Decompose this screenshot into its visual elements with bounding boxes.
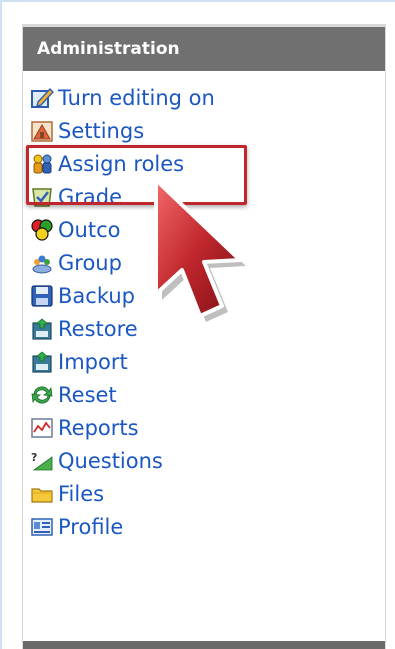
- menu-label[interactable]: Questions: [58, 449, 163, 473]
- menu-item-files[interactable]: Files: [23, 477, 385, 510]
- menu-label[interactable]: Assign roles: [58, 152, 184, 176]
- settings-icon: [30, 119, 54, 143]
- administration-block: Administration Turn editing on Settings …: [22, 24, 386, 649]
- menu-label[interactable]: Import: [58, 350, 128, 374]
- menu-label[interactable]: Backup: [58, 284, 135, 308]
- block-body: Turn editing on Settings Assign roles Gr…: [23, 71, 385, 543]
- menu-item-backup[interactable]: Backup: [23, 279, 385, 312]
- menu-item-import[interactable]: Import: [23, 345, 385, 378]
- menu-item-questions[interactable]: ? Questions: [23, 444, 385, 477]
- menu-label[interactable]: Reports: [58, 416, 139, 440]
- outcomes-icon: [30, 218, 54, 242]
- block-footer-bar: [23, 641, 385, 649]
- frame-top-edge: [0, 0, 395, 2]
- menu-item-profile[interactable]: Profile: [23, 510, 385, 543]
- menu-item-restore[interactable]: Restore: [23, 312, 385, 345]
- menu-item-reports[interactable]: Reports: [23, 411, 385, 444]
- frame-left-edge: [0, 0, 2, 649]
- import-icon: [30, 350, 54, 374]
- block-header: Administration: [23, 25, 385, 71]
- profile-icon: [30, 515, 54, 539]
- menu-item-groups[interactable]: Group: [23, 246, 385, 279]
- menu-item-assign-roles[interactable]: Assign roles: [23, 147, 385, 180]
- groups-icon: [30, 251, 54, 275]
- grades-icon: [30, 185, 54, 209]
- edit-pencil-icon: [30, 86, 54, 110]
- menu-item-grades[interactable]: Grade: [23, 180, 385, 213]
- block-title: Administration: [37, 39, 180, 59]
- reset-icon: [30, 383, 54, 407]
- menu-label[interactable]: Group: [58, 251, 122, 275]
- menu-label[interactable]: Outco: [58, 218, 120, 242]
- menu-label[interactable]: Turn editing on: [58, 86, 215, 110]
- backup-icon: [30, 284, 54, 308]
- menu-item-settings[interactable]: Settings: [23, 114, 385, 147]
- menu-label[interactable]: Files: [58, 482, 104, 506]
- menu-label[interactable]: Settings: [58, 119, 144, 143]
- menu-label[interactable]: Grade: [58, 185, 122, 209]
- roles-icon: [30, 152, 54, 176]
- restore-icon: [30, 317, 54, 341]
- menu-item-reset[interactable]: Reset: [23, 378, 385, 411]
- menu-label[interactable]: Restore: [58, 317, 138, 341]
- questions-icon: ?: [30, 449, 54, 473]
- menu-label[interactable]: Reset: [58, 383, 117, 407]
- menu-label[interactable]: Profile: [58, 515, 123, 539]
- admin-menu-list: Turn editing on Settings Assign roles Gr…: [23, 81, 385, 543]
- menu-item-turn-editing-on[interactable]: Turn editing on: [23, 81, 385, 114]
- menu-item-outcomes[interactable]: Outco: [23, 213, 385, 246]
- svg-text:?: ?: [31, 451, 37, 464]
- reports-icon: [30, 416, 54, 440]
- files-icon: [30, 482, 54, 506]
